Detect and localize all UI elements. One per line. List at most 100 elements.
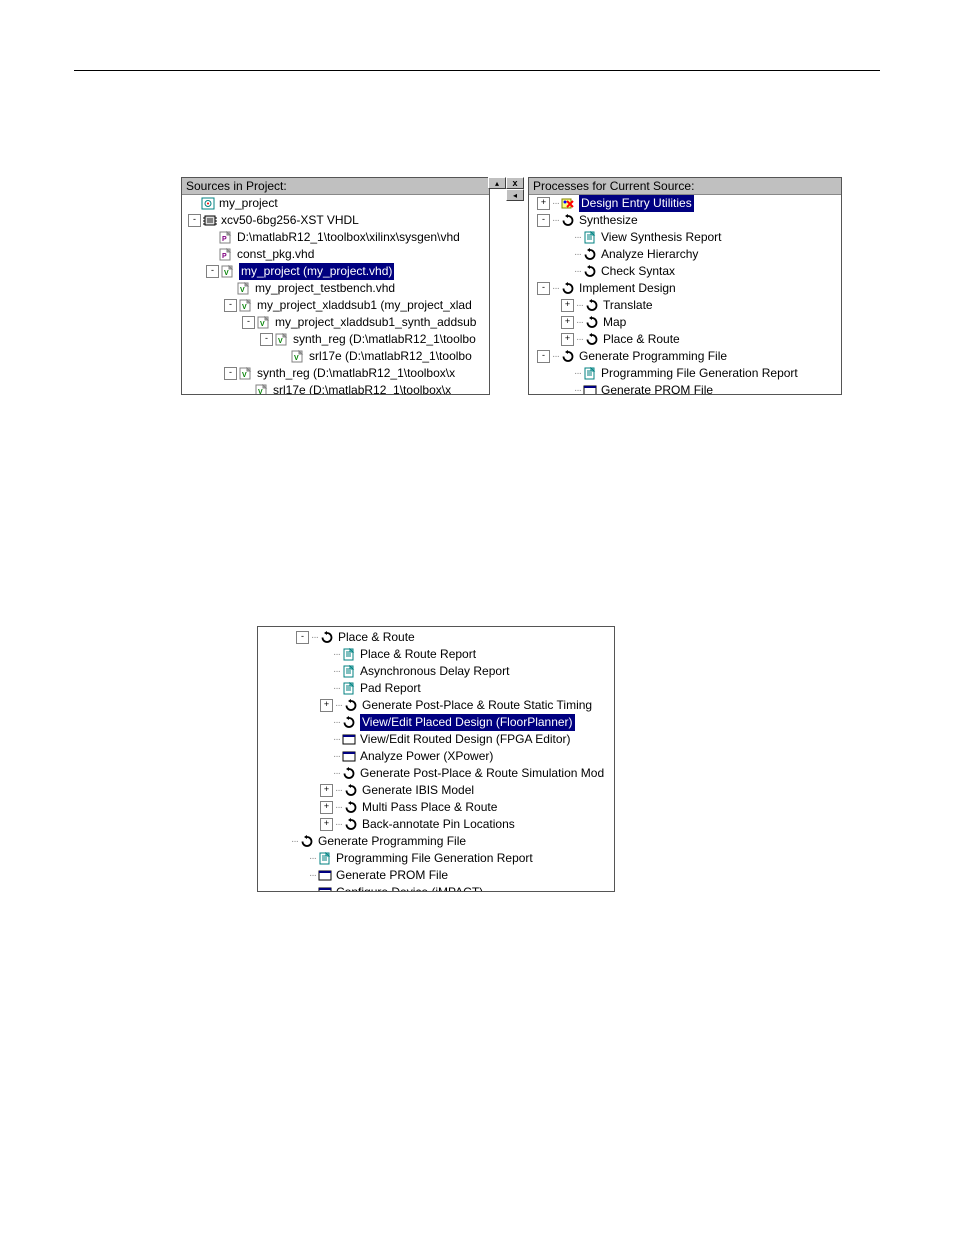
cycle-icon: [320, 631, 334, 644]
sources-close[interactable]: x ◂: [506, 177, 524, 201]
cycle-icon: [344, 699, 358, 712]
place-route-tree[interactable]: -···Place & Route···Place & Route Report…: [258, 627, 614, 891]
processes-tree[interactable]: +···Design Entry Utilities-···Synthesize…: [529, 195, 841, 394]
expand-icon[interactable]: +: [561, 299, 574, 312]
svg-text:V: V: [240, 287, 245, 294]
collapse-icon[interactable]: -: [242, 316, 255, 329]
tree-item[interactable]: ···Asynchronous Delay Report: [258, 663, 614, 680]
tree-item[interactable]: my_project: [182, 195, 489, 212]
tree-item[interactable]: -···Generate Programming File: [529, 348, 841, 365]
scroll-up-icon[interactable]: ▴: [488, 177, 506, 189]
collapse-icon[interactable]: -: [224, 299, 237, 312]
tree-item[interactable]: Vsrl17e (D:\matlabR12_1\toolbox\x: [182, 382, 489, 394]
sources-tree[interactable]: my_project - xcv50-6bg256-XST VHDLPD:\matl…: [182, 195, 489, 394]
window-icon: [342, 733, 356, 746]
scroll-left-icon[interactable]: ◂: [506, 189, 524, 201]
collapse-icon[interactable]: -: [224, 367, 237, 380]
tree-item[interactable]: +···Translate: [529, 297, 841, 314]
svg-text:V: V: [260, 321, 265, 328]
svg-text:V: V: [278, 338, 283, 345]
tree-item[interactable]: Vsrl17e (D:\matlabR12_1\toolbo: [182, 348, 489, 365]
report-icon: [342, 648, 356, 661]
tree-item-label: Asynchronous Delay Report: [360, 663, 509, 680]
window-icon: [318, 869, 332, 882]
tree-item[interactable]: ···View/Edit Placed Design (FloorPlanner…: [258, 714, 614, 731]
expand-icon[interactable]: +: [537, 197, 550, 210]
tree-item[interactable]: -Vmy_project_xladdsub1 (my_project_xlad: [182, 297, 489, 314]
tree-item[interactable]: ···Analyze Hierarchy: [529, 246, 841, 263]
tree-item[interactable]: Pconst_pkg.vhd: [182, 246, 489, 263]
tree-item[interactable]: -Vsynth_reg (D:\matlabR12_1\toolbox\x: [182, 365, 489, 382]
tree-item[interactable]: ···Check Syntax: [529, 263, 841, 280]
sources-scroll[interactable]: ▴: [488, 177, 506, 189]
tree-item[interactable]: ···Place & Route Report: [258, 646, 614, 663]
tree-item[interactable]: +···Back-annotate Pin Locations: [258, 816, 614, 833]
tree-item-label: View/Edit Routed Design (FPGA Editor): [360, 731, 571, 748]
tree-item[interactable]: ···Programming File Generation Report: [258, 850, 614, 867]
tree-item[interactable]: -···Synthesize: [529, 212, 841, 229]
cycle-icon: [585, 316, 599, 329]
tree-item-label: srl17e (D:\matlabR12_1\toolbox\x: [273, 382, 451, 394]
tree-item-label: srl17e (D:\matlabR12_1\toolbo: [309, 348, 472, 365]
tree-item[interactable]: ···Generate Programming File: [258, 833, 614, 850]
pkg-icon: P: [219, 248, 233, 261]
tree-item-label: Analyze Hierarchy: [601, 246, 698, 263]
expand-icon[interactable]: +: [561, 316, 574, 329]
tree-item[interactable]: +···Place & Route: [529, 331, 841, 348]
tree-item-label: Generate Post-Place & Route Simulation M…: [360, 765, 604, 782]
svg-text:V: V: [242, 304, 247, 311]
sources-panel: Sources in Project: my_project-xcv50-6bg…: [181, 177, 490, 395]
collapse-icon[interactable]: -: [206, 265, 219, 278]
collapse-icon[interactable]: -: [260, 333, 273, 346]
tree-item[interactable]: ···Programming File Generation Report: [529, 365, 841, 382]
expand-icon[interactable]: +: [320, 818, 333, 831]
tree-item[interactable]: ···Generate PROM File: [529, 382, 841, 394]
collapse-icon[interactable]: -: [296, 631, 309, 644]
vhd-icon: V: [237, 282, 251, 295]
tree-item[interactable]: ···Pad Report: [258, 680, 614, 697]
tree-item[interactable]: ···View/Edit Routed Design (FPGA Editor): [258, 731, 614, 748]
collapse-icon[interactable]: -: [537, 350, 550, 363]
collapse-icon[interactable]: -: [537, 214, 550, 227]
collapse-icon[interactable]: -: [188, 214, 201, 227]
tree-item-label: my_project: [219, 195, 278, 212]
tree-item[interactable]: ···Generate Post-Place & Route Simulatio…: [258, 765, 614, 782]
tree-item[interactable]: ···Configure Device (iMPACT): [258, 884, 614, 891]
tree-item[interactable]: -Vmy_project (my_project.vhd): [182, 263, 489, 280]
expand-icon[interactable]: +: [561, 333, 574, 346]
tree-item[interactable]: PD:\matlabR12_1\toolbox\xilinx\sysgen\vh…: [182, 229, 489, 246]
tree-item[interactable]: Vmy_project_testbench.vhd: [182, 280, 489, 297]
expand-icon[interactable]: +: [320, 784, 333, 797]
tree-item[interactable]: +···Generate IBIS Model: [258, 782, 614, 799]
tree-item[interactable]: ···View Synthesis Report: [529, 229, 841, 246]
expand-icon[interactable]: +: [320, 801, 333, 814]
tree-item[interactable]: ···Generate PROM File: [258, 867, 614, 884]
tree-item[interactable]: - xcv50-6bg256-XST VHDL: [182, 212, 489, 229]
tree-item[interactable]: +···Multi Pass Place & Route: [258, 799, 614, 816]
cycle-icon: [342, 716, 356, 729]
tree-item[interactable]: ···Analyze Power (XPower): [258, 748, 614, 765]
svg-text:P: P: [222, 236, 227, 243]
svg-text:P: P: [222, 253, 227, 260]
tree-item[interactable]: -Vsynth_reg (D:\matlabR12_1\toolbo: [182, 331, 489, 348]
cycle-icon: [344, 784, 358, 797]
collapse-icon[interactable]: -: [537, 282, 550, 295]
tree-item-label: Check Syntax: [601, 263, 675, 280]
vhd-icon: V: [239, 299, 253, 312]
tree-item[interactable]: -···Place & Route: [258, 629, 614, 646]
tree-item[interactable]: +···Generate Post-Place & Route Static T…: [258, 697, 614, 714]
tree-item-label: Implement Design: [579, 280, 676, 297]
tree-item[interactable]: +···Design Entry Utilities: [529, 195, 841, 212]
tree-item[interactable]: -Vmy_project_xladdsub1_synth_addsub: [182, 314, 489, 331]
tree-item[interactable]: +···Map: [529, 314, 841, 331]
expand-icon[interactable]: +: [320, 699, 333, 712]
tree-item-label: Generate IBIS Model: [362, 782, 474, 799]
tree-item-label: View/Edit Placed Design (FloorPlanner): [360, 714, 575, 731]
chip-icon: [203, 214, 217, 227]
cycle-icon: [585, 333, 599, 346]
processes-title: Processes for Current Source:: [529, 178, 841, 195]
tree-item[interactable]: -···Implement Design: [529, 280, 841, 297]
tree-item-label: xcv50-6bg256-XST VHDL: [221, 212, 359, 229]
tree-item-label: my_project (my_project.vhd): [239, 263, 394, 280]
close-icon[interactable]: x: [506, 177, 524, 189]
